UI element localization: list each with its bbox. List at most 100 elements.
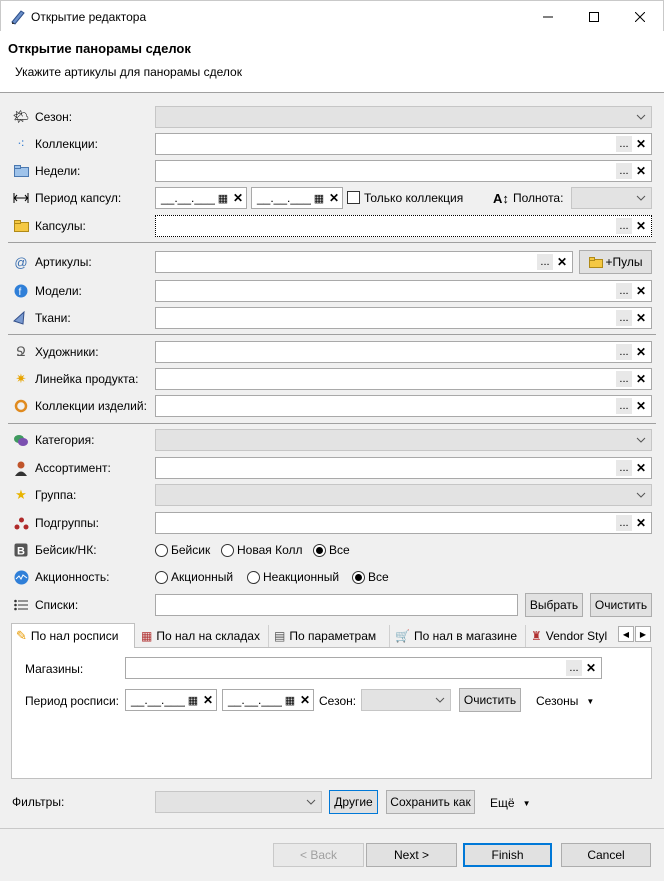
radio-promo[interactable]: Акционный [155,570,233,584]
artists-browse-button[interactable]: ... [616,344,632,360]
product-line-input[interactable]: ... ✕ [155,368,652,390]
subgroups-clear-button[interactable]: ✕ [633,515,649,531]
calendar-icon[interactable]: ▦ [311,190,327,206]
tab-by-parameters[interactable]: ▤ По параметрам [270,625,390,647]
next-button[interactable]: Next > [366,843,457,867]
close-button[interactable] [617,1,663,32]
assortment-input[interactable]: ... ✕ [155,457,652,479]
product-line-browse-button[interactable]: ... [616,371,632,387]
radio-promo-all[interactable]: Все [352,570,389,584]
season-select[interactable] [155,106,652,128]
calendar-icon[interactable]: ▦ [185,692,201,708]
weeks-browse-button[interactable]: ... [616,163,632,179]
weeks-input[interactable]: ... ✕ [155,160,652,182]
fabrics-row: Ткани: ... ✕ [0,307,664,329]
radio-circle-selected [313,543,326,557]
filters-others-button[interactable]: Другие [329,790,378,814]
subgroups-label: Подгруппы: [35,516,99,530]
stores-label: Магазины: [25,662,84,676]
fabrics-input[interactable]: ... ✕ [155,307,652,329]
radio-non-promo[interactable]: Неакционный [247,570,339,584]
radio-basic[interactable]: Бейсик [155,543,210,557]
tab-vendor-style[interactable]: ♜ Vendor Styl [527,625,617,647]
collections-browse-button[interactable]: ... [616,136,632,152]
artists-input[interactable]: ... ✕ [155,341,652,363]
lists-select-button[interactable]: Выбрать [525,593,583,617]
group-select[interactable] [155,484,652,506]
weeks-row: Недели: ... ✕ [0,160,664,182]
models-browse-button[interactable]: ... [616,283,632,299]
assortment-clear-button[interactable]: ✕ [633,460,649,476]
calendar-icon[interactable]: ▦ [282,692,298,708]
collections-label: Коллекции: [35,137,98,151]
articles-clear-button[interactable]: ✕ [554,254,570,270]
assortment-browse-button[interactable]: ... [616,460,632,476]
artists-clear-button[interactable]: ✕ [633,344,649,360]
subgroups-input[interactable]: ... ✕ [155,512,652,534]
capsule-period-from-clear[interactable]: ✕ [230,190,246,206]
capsules-clear-button[interactable]: ✕ [633,218,649,234]
category-row: Категория: [0,429,664,451]
item-collections-clear-button[interactable]: ✕ [633,398,649,414]
capsules-browse-button[interactable]: ... [616,218,632,234]
stores-input[interactable]: ... ✕ [125,657,602,679]
capsule-period-to-clear[interactable]: ✕ [326,190,342,206]
chevron-down-icon [636,492,646,498]
capsule-period-to-input[interactable]: __.__.____ ▦ ✕ [251,187,343,209]
schedule-period-to-clear[interactable]: ✕ [297,692,313,708]
finish-button[interactable]: Finish [463,843,552,867]
filters-more-dropdown[interactable]: Ещё ▼ [490,796,530,810]
radio-new-collection-label: Новая Колл [237,543,303,557]
close-icon [635,11,645,22]
subgroups-browse-button[interactable]: ... [616,515,632,531]
category-select[interactable] [155,429,652,451]
tab-by-store[interactable]: 🛒 По нал в магазине [391,625,526,647]
weeks-clear-button[interactable]: ✕ [633,163,649,179]
filters-save-as-button[interactable]: Сохранить как [386,790,475,814]
completeness-select[interactable] [571,187,652,209]
item-collections-input[interactable]: ... ✕ [155,395,652,417]
fabrics-browse-button[interactable]: ... [616,310,632,326]
fabrics-clear-button[interactable]: ✕ [633,310,649,326]
stores-browse-button[interactable]: ... [566,660,582,676]
star-burst-icon: ✷ [15,371,27,386]
schedule-period-to-input[interactable]: __.__.____ ▦ ✕ [222,689,314,711]
models-clear-button[interactable]: ✕ [633,283,649,299]
capsules-input[interactable]: ... ✕ [155,215,652,237]
radio-new-collection[interactable]: Новая Колл [221,543,303,557]
product-line-label: Линейка продукта: [35,372,139,386]
tab-by-warehouses[interactable]: ▦ По нал на складах [137,625,269,647]
tabs-scroll-right-button[interactable]: ▶ [635,626,651,642]
lists-clear-button[interactable]: Очистить [590,593,652,617]
add-pools-label: +Пулы [605,255,643,269]
articles-browse-button[interactable]: ... [537,254,553,270]
lists-input[interactable] [155,594,518,616]
maximize-button[interactable] [571,1,617,32]
tab-by-schedule[interactable]: ✎ По нал росписи [11,623,135,648]
radio-basic-all[interactable]: Все [313,543,350,557]
item-collections-browse-button[interactable]: ... [616,398,632,414]
calendar-icon[interactable]: ▦ [215,190,231,206]
capsule-period-from-input[interactable]: __.__.____ ▦ ✕ [155,187,247,209]
collections-clear-button[interactable]: ✕ [633,136,649,152]
only-collection-checkbox[interactable] [347,191,360,204]
models-input[interactable]: ... ✕ [155,280,652,302]
radio-basic-all-label: Все [329,543,350,557]
product-line-clear-button[interactable]: ✕ [633,371,649,387]
tab-label: По параметрам [289,629,377,643]
schedule-period-from-clear[interactable]: ✕ [200,692,216,708]
articles-input[interactable]: ... ✕ [155,251,573,273]
minimize-button[interactable] [525,1,571,32]
tabs-scroll-left-button[interactable]: ◀ [618,626,634,642]
model-globe-icon: f [13,283,29,299]
collections-input[interactable]: ... ✕ [155,133,652,155]
add-pools-button[interactable]: +Пулы [579,250,652,274]
filters-select[interactable] [155,791,322,813]
back-button[interactable]: < Back [273,843,364,867]
stores-clear-button[interactable]: ✕ [583,660,599,676]
cancel-button[interactable]: Cancel [561,843,651,867]
seasons-dropdown[interactable]: Сезоны ▼ [536,694,594,708]
schedule-period-from-input[interactable]: __.__.____ ▦ ✕ [125,689,217,711]
tab-season-select[interactable] [361,689,451,711]
tab-clear-button[interactable]: Очистить [459,688,521,712]
